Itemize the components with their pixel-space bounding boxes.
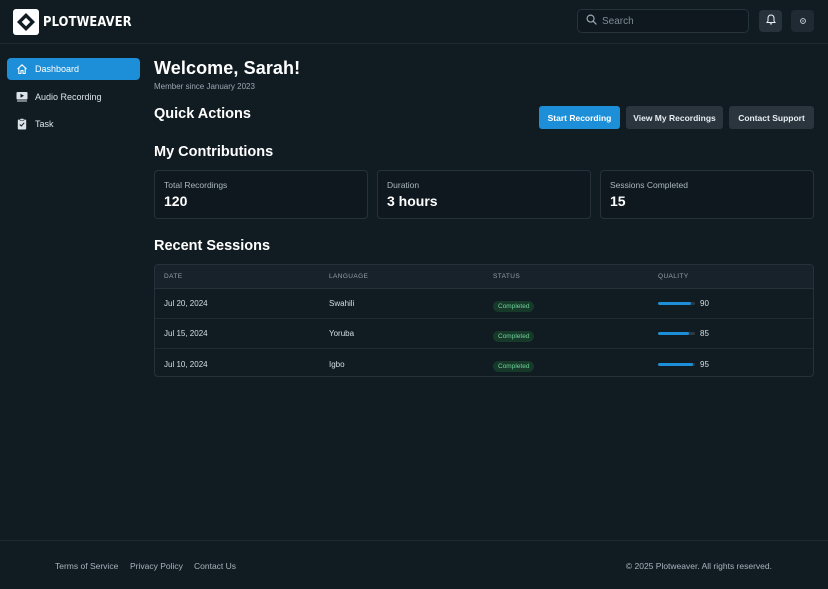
contact-support-button[interactable]: Contact Support xyxy=(729,106,814,129)
sidebar-item-label: Audio Recording xyxy=(35,91,102,102)
stat-label: Sessions Completed xyxy=(610,180,688,190)
member-since: Member since January 2023 xyxy=(154,82,255,91)
status-badge: Completed xyxy=(493,361,535,372)
contact-us-link[interactable]: Contact Us xyxy=(194,561,236,571)
session-language: Igbo xyxy=(329,359,345,369)
top-bar: PLOTWEAVER xyxy=(0,0,828,44)
terms-of-service-link[interactable]: Terms of Service xyxy=(55,561,118,571)
contribution-cards: Total Recordings 120 Duration 3 hours Se… xyxy=(154,170,814,219)
quality-bar-fill xyxy=(658,302,692,305)
stat-label: Duration xyxy=(387,180,420,190)
main-content: Welcome, Sarah! Member since January 202… xyxy=(154,58,814,377)
quality-cell: 85 xyxy=(658,329,709,338)
user-menu-button[interactable] xyxy=(791,10,814,32)
session-date: Jul 10, 2024 xyxy=(164,359,208,369)
recent-sessions-table: DATE LANGUAGE STATUS QUALITY Jul 20, 202… xyxy=(154,264,814,377)
status-badge: Completed xyxy=(493,300,535,312)
column-header-language[interactable]: LANGUAGE xyxy=(329,273,368,280)
privacy-policy-link[interactable]: Privacy Policy xyxy=(130,561,183,571)
quality-bar-fill xyxy=(658,362,694,366)
quality-value: 85 xyxy=(700,329,709,338)
session-date: Jul 20, 2024 xyxy=(164,299,208,308)
status-cell: Completed xyxy=(493,325,535,343)
recent-sessions-title: Recent Sessions xyxy=(154,238,271,254)
column-header-quality[interactable]: QUALITY xyxy=(658,273,689,280)
status-cell: Completed xyxy=(493,355,535,373)
plotweaver-logo-icon xyxy=(13,9,39,35)
view-my-recordings-button[interactable]: View My Recordings xyxy=(626,106,723,129)
quick-actions-title: Quick Actions xyxy=(154,106,251,122)
user-icon xyxy=(799,12,807,30)
sidebar-item-dashboard[interactable]: Dashboard xyxy=(7,58,140,80)
column-header-status[interactable]: STATUS xyxy=(493,273,520,280)
brand-logo[interactable]: PLOTWEAVER xyxy=(13,9,147,35)
sidebar-item-label: Dashboard xyxy=(35,64,80,74)
session-date: Jul 15, 2024 xyxy=(164,329,208,338)
quality-value: 90 xyxy=(700,299,709,308)
search-input[interactable] xyxy=(602,15,742,27)
quality-value: 95 xyxy=(700,359,709,369)
contributions-title: My Contributions xyxy=(154,144,274,160)
status-badge: Completed xyxy=(493,330,535,342)
table-row[interactable]: Jul 15, 2024 Yoruba Completed 85 xyxy=(155,319,813,349)
session-language: Yoruba xyxy=(329,329,355,338)
table-header: DATE LANGUAGE STATUS QUALITY xyxy=(155,265,813,289)
table-row[interactable]: Jul 10, 2024 Igbo Completed 95 xyxy=(155,349,813,376)
quality-bar-fill xyxy=(658,332,690,335)
quality-bar xyxy=(658,332,695,335)
stat-value: 15 xyxy=(610,193,626,209)
stat-card-sessions-completed: Sessions Completed 15 xyxy=(600,170,814,219)
quality-bar xyxy=(658,362,695,366)
quality-cell: 95 xyxy=(658,360,709,369)
bell-icon xyxy=(765,12,776,30)
stat-label: Total Recordings xyxy=(164,180,228,190)
start-recording-button[interactable]: Start Recording xyxy=(539,106,620,129)
quick-actions: Quick Actions Start Recording View My Re… xyxy=(154,106,814,129)
clipboard-icon xyxy=(15,118,28,131)
stat-value: 120 xyxy=(164,193,188,209)
video-icon xyxy=(15,90,28,103)
table-row[interactable]: Jul 20, 2024 Swahili Completed 90 xyxy=(155,289,813,319)
status-cell: Completed xyxy=(493,295,535,313)
brand-name: PLOTWEAVER xyxy=(43,14,132,30)
copyright-text: © 2025 Plotweaver. All rights reserved. xyxy=(625,561,772,571)
column-header-date[interactable]: DATE xyxy=(164,273,182,280)
quality-cell: 90 xyxy=(658,299,709,308)
session-language: Swahili xyxy=(329,299,355,308)
footer: Terms of Service Privacy Policy Contact … xyxy=(0,540,828,589)
quality-bar xyxy=(658,302,695,305)
stat-card-total-recordings: Total Recordings 120 xyxy=(154,170,368,219)
sidebar-item-task[interactable]: Task xyxy=(7,113,140,135)
home-icon xyxy=(15,63,28,76)
search-box[interactable] xyxy=(577,9,749,33)
sidebar-item-audio-recording[interactable]: Audio Recording xyxy=(7,86,140,108)
notifications-button[interactable] xyxy=(759,10,782,32)
stat-card-duration: Duration 3 hours xyxy=(377,170,591,219)
sidebar: Dashboard Audio Recording Task xyxy=(7,58,140,141)
sidebar-item-label: Task xyxy=(35,119,54,129)
welcome-heading: Welcome, Sarah! xyxy=(154,58,301,78)
search-icon xyxy=(586,12,597,30)
stat-value: 3 hours xyxy=(387,193,438,209)
